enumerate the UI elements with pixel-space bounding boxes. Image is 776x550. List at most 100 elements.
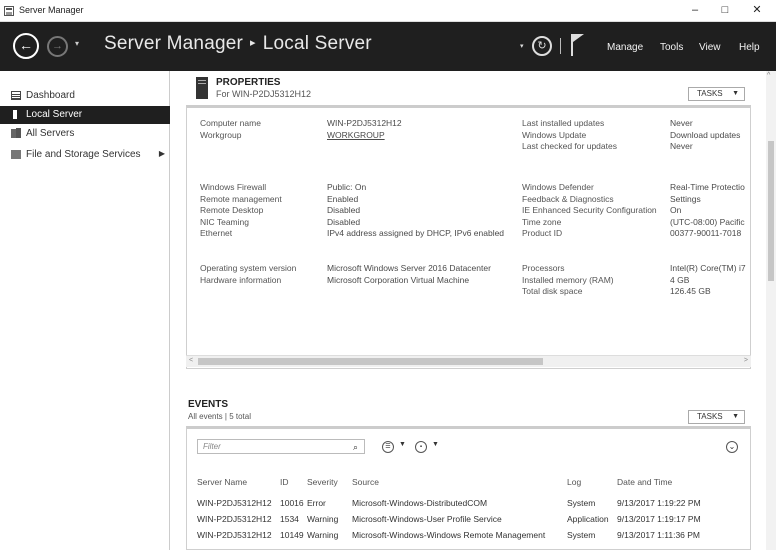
scrollbar-thumb[interactable]	[768, 141, 774, 281]
property-value-link[interactable]: Intel(R) Core(TM) i7	[670, 263, 746, 273]
tasks-label: TASKS	[697, 89, 723, 98]
query-options-dropdown[interactable]: ▼	[399, 441, 406, 448]
cell-severity: Error	[307, 498, 326, 508]
sidebar-item-dashboard[interactable]: Dashboard	[0, 87, 170, 105]
menu-help[interactable]: Help	[739, 42, 760, 53]
cell-date-time: 9/13/2017 1:19:22 PM	[617, 498, 701, 508]
servers-icon	[11, 128, 21, 138]
property-value-link[interactable]: 00377-90011-7018	[670, 228, 741, 238]
property-value-link[interactable]: Public: On	[327, 182, 366, 192]
cell-date-time: 9/13/2017 1:11:36 PM	[617, 530, 701, 540]
column-header-date-time[interactable]: Date and Time	[617, 477, 672, 487]
property-label: Workgroup	[200, 129, 242, 140]
property-value-link[interactable]: Real-Time Protectio	[670, 182, 745, 192]
property-label: Computer name	[200, 118, 261, 128]
column-header-log[interactable]: Log	[567, 477, 581, 487]
scroll-right-icon[interactable]: >	[744, 357, 748, 364]
properties-panel: Computer name WIN-P2DJ5312H12 Workgroup WOR…	[186, 105, 751, 369]
minimize-button[interactable]: –	[682, 2, 708, 18]
server-icon	[196, 77, 208, 99]
events-tasks-button[interactable]: TASKS ▼	[688, 410, 745, 424]
scrollbar-thumb[interactable]	[198, 358, 543, 365]
cell-server-name: WIN-P2DJ5312H12	[197, 498, 272, 508]
refresh-dropdown[interactable]: ▾	[520, 42, 524, 50]
cell-event-id: 10149	[280, 530, 304, 540]
column-header-source[interactable]: Source	[352, 477, 379, 487]
query-options-icon[interactable]: ☰	[382, 441, 394, 453]
cell-event-id: 1534	[280, 514, 299, 524]
cell-server-name: WIN-P2DJ5312H12	[197, 530, 272, 540]
property-value-link[interactable]: 126.45 GB	[670, 286, 711, 296]
chevron-down-icon: ▼	[732, 90, 739, 97]
property-label: Remote Desktop	[200, 205, 264, 215]
expand-filter-icon[interactable]: ⌄	[726, 441, 738, 453]
refresh-icon[interactable]: ↻	[532, 36, 552, 56]
cell-source: Microsoft-Windows-Windows Remote Managem…	[352, 530, 546, 540]
property-label: IE Enhanced Security Configuration	[522, 205, 657, 215]
forward-button[interactable]: →	[47, 36, 68, 57]
property-value-link[interactable]: WIN-P2DJ5312H12	[327, 118, 402, 128]
notifications-flag-icon[interactable]	[571, 34, 585, 56]
property-label: Installed memory (RAM)	[522, 274, 614, 285]
property-label: Windows Update	[522, 129, 587, 140]
expand-arrow-icon[interactable]: ▶	[159, 149, 165, 158]
sidebar-item-local-server[interactable]: Local Server	[0, 106, 170, 124]
property-label: Total disk space	[522, 286, 583, 296]
sidebar-item-file-storage[interactable]: File and Storage Services ▶	[0, 146, 170, 164]
property-value-link[interactable]: On	[670, 205, 681, 215]
save-query-icon[interactable]: ▪	[415, 441, 427, 453]
property-label: Hardware information	[200, 274, 282, 285]
maximize-button[interactable]: □	[712, 2, 738, 18]
column-header-severity[interactable]: Severity	[307, 477, 338, 487]
server-icon	[13, 110, 17, 119]
close-button[interactable]: ✕	[744, 2, 770, 18]
property-value-link[interactable]: (UTC-08:00) Pacific	[670, 217, 745, 227]
property-value-link[interactable]: Microsoft Corporation Virtual Machine	[327, 275, 469, 285]
tasks-label: TASKS	[697, 412, 723, 421]
property-value-link[interactable]: 4 GB	[670, 275, 689, 285]
dashboard-icon	[11, 91, 21, 100]
cell-log: Application	[567, 514, 609, 524]
property-value-link[interactable]: Enabled	[327, 194, 358, 204]
cell-log: System	[567, 530, 596, 540]
menu-view[interactable]: View	[699, 42, 721, 53]
property-value-link[interactable]: Download updates	[670, 130, 740, 140]
property-value-link[interactable]: Microsoft Windows Server 2016 Datacenter	[327, 263, 491, 273]
property-value-link[interactable]: Settings	[670, 194, 701, 204]
property-value-link[interactable]: Disabled	[327, 205, 360, 215]
main-content: ^ PROPERTIES For WIN-P2DJ5312H12 TASKS ▼…	[171, 71, 776, 550]
window-title-bar: Server Manager – □ ✕	[0, 0, 776, 22]
filter-placeholder: Filter	[203, 442, 221, 451]
breadcrumb-app[interactable]: Server Manager	[104, 33, 243, 54]
cell-log: System	[567, 498, 596, 508]
scroll-up-icon[interactable]: ^	[767, 72, 770, 79]
property-label: Remote management	[200, 193, 282, 204]
property-label: NIC Teaming	[200, 216, 249, 227]
scroll-left-icon[interactable]: <	[189, 357, 193, 364]
save-query-dropdown[interactable]: ▼	[432, 441, 439, 448]
search-icon[interactable]: ⌕	[353, 441, 358, 454]
property-value-link[interactable]: IPv4 address assigned by DHCP, IPv6 enab…	[327, 228, 504, 238]
property-value-link[interactable]: Disabled	[327, 217, 360, 227]
property-value-link[interactable]: WORKGROUP	[327, 130, 385, 140]
property-value-link[interactable]: Never	[670, 118, 693, 128]
properties-subtitle: For WIN-P2DJ5312H12	[216, 89, 312, 99]
history-dropdown[interactable]: ▾	[75, 39, 79, 48]
properties-tasks-button[interactable]: TASKS ▼	[688, 87, 745, 101]
sidebar-item-all-servers[interactable]: All Servers	[0, 125, 170, 143]
cell-severity: Warning	[307, 530, 339, 540]
property-label: Ethernet	[200, 228, 233, 238]
column-header-server-name[interactable]: Server Name	[197, 477, 247, 487]
chevron-down-icon: ▼	[732, 413, 739, 420]
column-header-id[interactable]: ID	[280, 477, 289, 487]
filter-input[interactable]: Filter ⌕	[197, 439, 365, 454]
sidebar: Dashboard Local Server All Servers File …	[0, 71, 170, 550]
property-value-link[interactable]: Never	[670, 141, 693, 151]
vertical-scrollbar[interactable]: ^	[766, 71, 776, 550]
cell-severity: Warning	[307, 514, 339, 524]
horizontal-scrollbar[interactable]: < >	[186, 355, 751, 367]
back-button[interactable]: ←	[13, 33, 39, 59]
breadcrumb: Server Manager ▸ Local Server	[104, 33, 372, 55]
menu-manage[interactable]: Manage	[607, 42, 643, 53]
menu-tools[interactable]: Tools	[660, 42, 683, 53]
